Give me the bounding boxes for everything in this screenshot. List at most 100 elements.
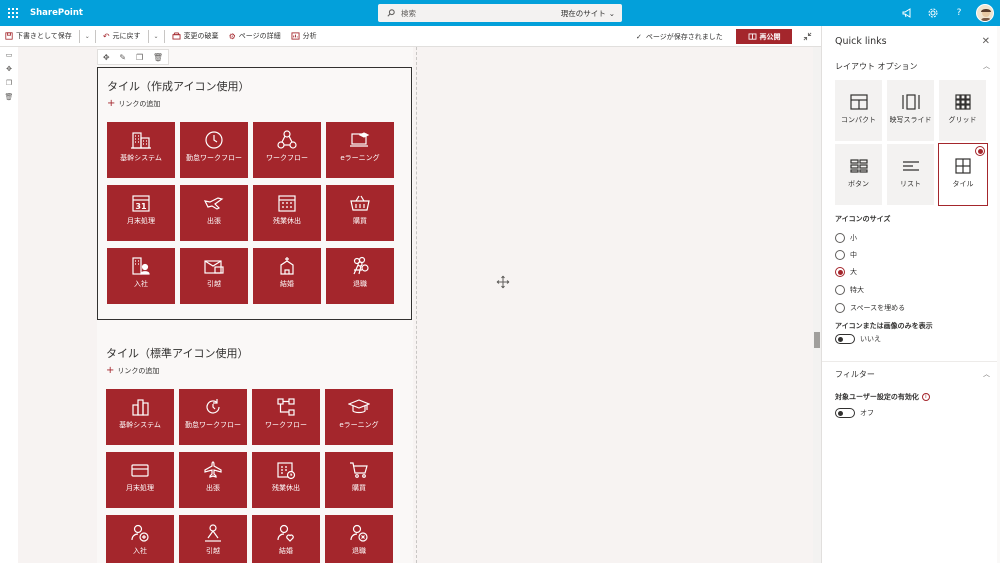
radio-circle[interactable]	[835, 285, 845, 295]
radio-circle[interactable]	[835, 233, 845, 243]
tile-label: 引越	[206, 547, 220, 555]
tile-kekkon[interactable]: 結婚	[252, 515, 320, 563]
move-icon[interactable]: ✥	[0, 63, 18, 75]
tile-nyusha[interactable]: 入社	[107, 248, 175, 304]
add-link-button[interactable]: + リンクの追加	[107, 99, 160, 109]
icon-size-xlarge-radio[interactable]: 特大	[835, 285, 864, 295]
chevron-up-icon[interactable]: ︿	[983, 61, 990, 71]
layout-options-header[interactable]: レイアウト オプション	[835, 61, 918, 72]
tile-zangyo[interactable]: 残業休出	[252, 452, 320, 508]
page-details-button[interactable]: ⚙ ページの詳細	[224, 26, 286, 47]
layout-option-tiles[interactable]: タイル	[938, 143, 988, 206]
quick-links-webpart-standard[interactable]: タイル（標準アイコン使用） + リンクの追加 基幹システム 勤怠ワークフロー ワ…	[97, 335, 412, 563]
tile-taishoku[interactable]: 退職	[325, 515, 393, 563]
analytics-label: 分析	[302, 32, 317, 40]
tile-shucho[interactable]: 出張	[179, 452, 247, 508]
edit-icon[interactable]: ✎	[119, 53, 126, 62]
left-toolbox: ▭ ✥ ❐ 🗑	[0, 47, 18, 563]
tile-elearning[interactable]: eラーニング	[326, 122, 394, 178]
discard-icon	[172, 32, 181, 40]
undo-icon: ↶	[102, 31, 110, 41]
layout-label: グリッド	[948, 116, 977, 124]
tile-label: ワークフロー	[266, 154, 308, 162]
tile-elearning[interactable]: eラーニング	[325, 389, 393, 445]
layout-option-grid[interactable]: グリッド	[939, 80, 986, 141]
radio-circle[interactable]	[835, 303, 845, 313]
toggle-switch[interactable]	[835, 334, 855, 344]
tile-kobai[interactable]: 購買	[325, 452, 393, 508]
search-box[interactable]: 検索 現在のサイト ⌄	[378, 4, 622, 22]
layout-option-button[interactable]: ボタン	[835, 144, 882, 205]
tile-kintai-workflow[interactable]: 勤怠ワークフロー	[179, 389, 247, 445]
audience-targeting-toggle[interactable]: オフ	[835, 408, 874, 418]
radio-circle[interactable]	[835, 267, 845, 277]
icon-only-toggle[interactable]: いいえ	[835, 334, 881, 344]
tile-getsumatsu[interactable]: 31 月末処理	[107, 185, 175, 241]
scrollbar-thumb[interactable]	[814, 332, 820, 348]
analytics-button[interactable]: 分析	[286, 26, 322, 47]
delete-icon[interactable]: 🗑	[0, 91, 18, 103]
chevron-down-icon[interactable]: ⌄	[82, 33, 93, 40]
airplane-icon	[203, 459, 223, 481]
move-icon[interactable]	[496, 275, 510, 289]
flow-icon	[276, 396, 296, 418]
webpart-title[interactable]: タイル（作成アイコン使用）	[107, 78, 249, 94]
discard-button[interactable]: 変更の破棄	[167, 26, 224, 47]
tile-kintai-workflow[interactable]: 勤怠ワークフロー	[180, 122, 248, 178]
plus-icon: +	[107, 98, 116, 109]
icon-size-fill-radio[interactable]: スペースを埋める	[835, 303, 905, 313]
add-link-button[interactable]: + リンクの追加	[106, 366, 159, 376]
undo-button[interactable]: ↶ 元に戻す	[98, 26, 146, 47]
megaphone-icon[interactable]	[894, 0, 920, 26]
tile-kikan-system[interactable]: 基幹システム	[107, 122, 175, 178]
tile-shucho[interactable]: 出張	[180, 185, 248, 241]
save-draft-button[interactable]: 下書きとして保存	[0, 26, 77, 47]
move-icon[interactable]: ✥	[103, 53, 110, 62]
help-icon[interactable]: ?	[946, 0, 972, 26]
brand-name[interactable]: SharePoint	[30, 8, 83, 18]
column-divider	[416, 47, 417, 563]
layout-option-list[interactable]: リスト	[887, 144, 934, 205]
tile-workflow[interactable]: ワークフロー	[253, 122, 321, 178]
gear-icon[interactable]	[920, 0, 946, 26]
icon-size-large-radio[interactable]: 大	[835, 267, 857, 277]
chevron-down-icon[interactable]: ⌄	[151, 33, 162, 40]
duplicate-icon[interactable]: ❐	[0, 77, 18, 89]
icon-size-medium-radio[interactable]: 中	[835, 250, 857, 260]
chevron-up-icon[interactable]: ︿	[983, 369, 990, 379]
info-icon[interactable]: i	[921, 393, 930, 401]
tile-getsumatsu[interactable]: 月末処理	[106, 452, 174, 508]
tile-hikkoshi[interactable]: 引越	[179, 515, 247, 563]
tile-kekkon[interactable]: 結婚	[253, 248, 321, 304]
tile-taishoku[interactable]: 退職	[326, 248, 394, 304]
tile-kikan-system[interactable]: 基幹システム	[106, 389, 174, 445]
duplicate-icon[interactable]: ❐	[136, 53, 143, 62]
save-status: ✓ ページが保存されました	[636, 26, 723, 47]
tile-zangyo[interactable]: 残業休出	[253, 185, 321, 241]
republish-button[interactable]: 再公開	[736, 29, 792, 44]
page-details-label: ページの詳細	[238, 32, 281, 40]
tile-hikkoshi[interactable]: 引越	[180, 248, 248, 304]
edit-section-icon[interactable]: ▭	[0, 49, 18, 61]
search-scope-dropdown[interactable]: 現在のサイト ⌄	[558, 6, 618, 20]
layout-option-filmstrip[interactable]: 映写スライド	[887, 80, 934, 141]
delete-icon[interactable]: 🗑	[153, 53, 163, 62]
checkmark-icon: ✓	[636, 32, 642, 41]
canvas-scrollbar[interactable]	[813, 47, 821, 563]
filter-header[interactable]: フィルター	[835, 369, 875, 380]
tile-kobai[interactable]: 購買	[326, 185, 394, 241]
toggle-switch[interactable]	[835, 408, 855, 418]
webpart-title[interactable]: タイル（標準アイコン使用）	[106, 345, 248, 361]
tile-nyusha[interactable]: 入社	[106, 515, 174, 563]
layout-option-compact[interactable]: コンパクト	[835, 80, 882, 141]
avatar[interactable]	[976, 4, 994, 22]
divider	[163, 29, 165, 43]
collapse-icon[interactable]	[800, 29, 814, 44]
app-launcher-icon[interactable]	[0, 0, 26, 26]
tile-workflow[interactable]: ワークフロー	[252, 389, 320, 445]
quick-links-webpart-custom[interactable]: タイル（作成アイコン使用） + リンクの追加 基幹システム 勤怠ワークフロー ワ…	[97, 67, 412, 320]
icon-size-small-radio[interactable]: 小	[835, 233, 857, 243]
command-bar: 下書きとして保存 ⌄ ↶ 元に戻す ⌄ 変更の破棄 ⚙ ページの詳細 分析 ✓ …	[0, 26, 821, 47]
radio-circle[interactable]	[835, 250, 845, 260]
close-icon[interactable]: ✕	[982, 36, 990, 47]
